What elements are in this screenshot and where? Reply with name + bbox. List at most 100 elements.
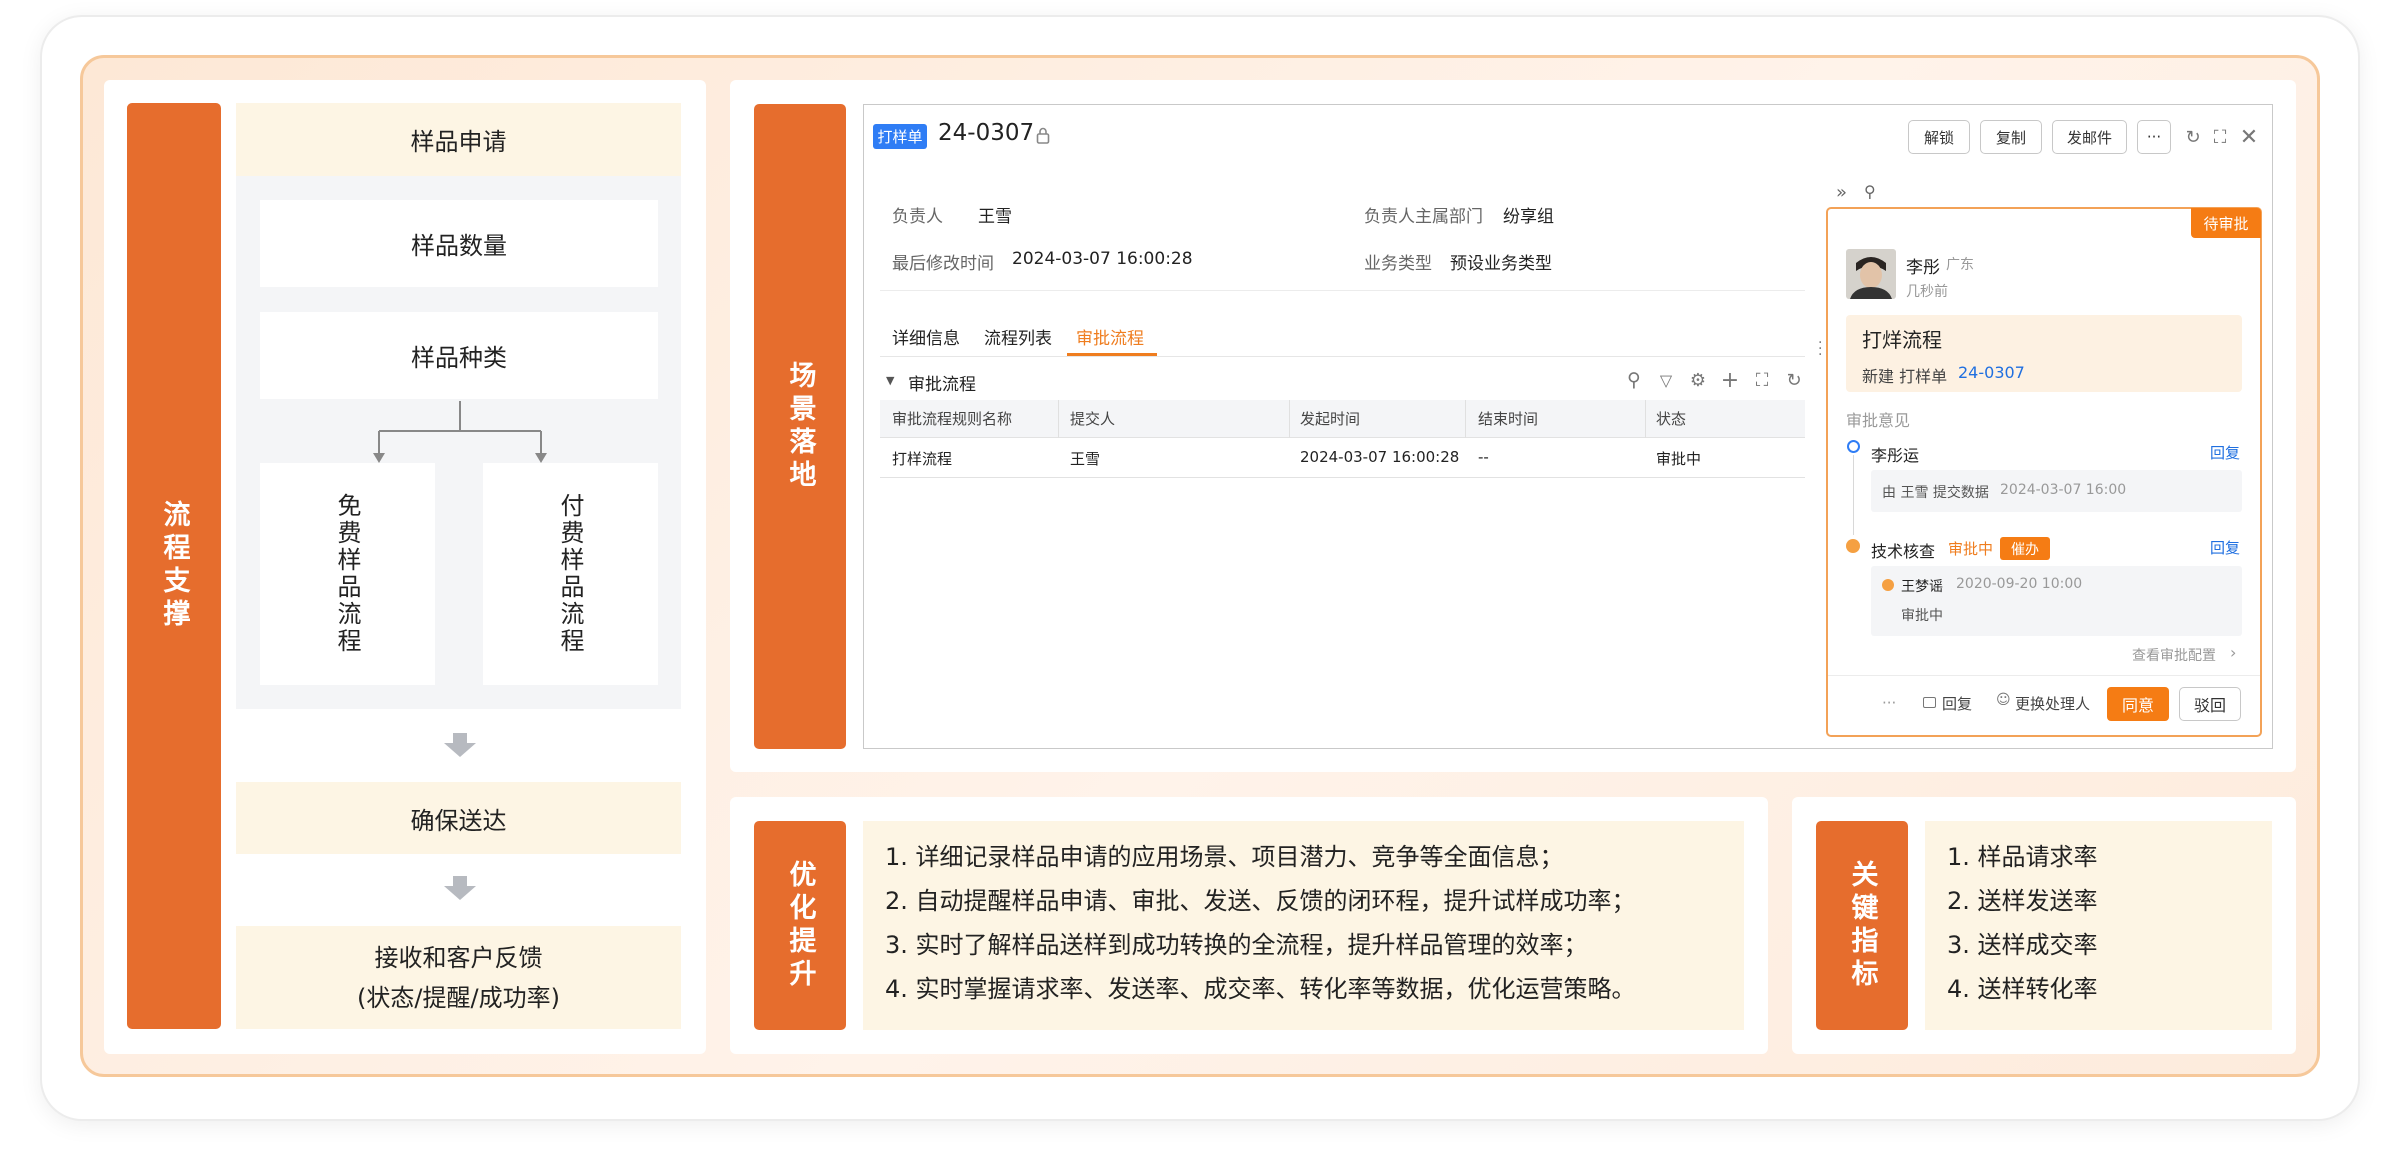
reject-button[interactable]: 驳回 (2179, 687, 2241, 721)
settings-icon[interactable]: ⚙ (1686, 367, 1710, 393)
process-support-bar: 流程支撑 (127, 103, 221, 1029)
timeline-line (1853, 455, 1854, 535)
cell-end-time: -- (1478, 448, 1489, 466)
tab-flow-list[interactable]: 流程列表 (984, 324, 1052, 349)
scene-landing-label: 场景落地 (784, 360, 816, 493)
clock-icon (1846, 539, 1860, 553)
node1-reply-link[interactable]: 回复 (2210, 442, 2240, 463)
approval-opinion-label: 审批意见 (1846, 411, 1911, 430)
optimize-item: 1. 详细记录样品申请的应用场景、项目潜力、竞争等全面信息； (885, 843, 1564, 871)
cell-submitter: 王雪 (1070, 450, 1101, 468)
doc-number: 24-0307 (938, 120, 1035, 146)
biz-type-label: 业务类型 (1364, 254, 1432, 274)
urge-button[interactable]: 催办 (2000, 537, 2050, 560)
cell-status: 审批中 (1656, 450, 1702, 468)
collapse-caret-icon[interactable]: ▼ (886, 374, 894, 387)
sample-qty-box: 样品数量 (260, 200, 658, 287)
unlock-button[interactable]: 解锁 (1908, 120, 1970, 154)
modified-value: 2024-03-07 16:00:28 (1012, 249, 1193, 269)
refresh-icon[interactable]: ↻ (2181, 124, 2205, 150)
tab-approval-flow[interactable]: 审批流程 (1076, 324, 1144, 349)
col-divider (1465, 400, 1466, 438)
flow-summary-new: 新建 打样单 (1862, 367, 1948, 386)
fullscreen-icon[interactable]: ⛶ (2208, 124, 2232, 150)
change-handler-button[interactable]: 更换处理人 (2015, 693, 2090, 714)
comment-icon (1923, 697, 1936, 708)
optimize-item: 4. 实时掌握请求率、发送率、成交率、转化率等数据，优化运营策略。 (885, 975, 1636, 1003)
node2-name: 技术核查 (1871, 542, 1936, 561)
dept-value: 纷享组 (1503, 207, 1554, 227)
sample-qty-label: 样品数量 (411, 232, 507, 260)
copy-button[interactable]: 复制 (1980, 120, 2042, 154)
pin-icon[interactable]: ⚲ (1864, 182, 1876, 201)
free-sample-flow-label: 免费样品流程 (333, 493, 361, 655)
paid-sample-flow-label: 付费样品流程 (556, 493, 584, 655)
dept-label: 负责人主属部门 (1364, 207, 1483, 227)
owner-value: 王雪 (978, 207, 1012, 227)
send-mail-button[interactable]: 发邮件 (2052, 120, 2127, 154)
cell-rule-name: 打样流程 (892, 450, 953, 468)
more-button[interactable]: ··· (2137, 120, 2171, 154)
close-icon[interactable]: ✕ (2237, 124, 2261, 150)
metrics-label: 关键指标 (1846, 859, 1878, 992)
approver-name: 李彤 (1906, 258, 1940, 278)
footer-more-button[interactable]: ··· (1882, 694, 1896, 712)
ensure-delivery-box: 确保送达 (236, 782, 681, 854)
biz-type-value: 预设业务类型 (1450, 254, 1552, 274)
lock-icon[interactable] (1036, 127, 1050, 145)
flow-summary-doc-link[interactable]: 24-0307 (1958, 363, 2025, 382)
metric-item: 4. 送样转化率 (1947, 975, 2098, 1003)
branch-connector (373, 401, 547, 463)
expand-icon[interactable]: ⛶ (1750, 367, 1774, 393)
optimize-item: 3. 实时了解样品送样到成功转换的全流程，提升样品管理的效率； (885, 931, 1588, 959)
reload-icon[interactable]: ↻ (1782, 367, 1806, 393)
node2-reply-link[interactable]: 回复 (2210, 537, 2240, 558)
filter-icon[interactable]: ▽ (1654, 367, 1678, 393)
receive-feedback-label: 接收和客户反馈 (374, 943, 543, 972)
optimize-bar: 优化提升 (754, 821, 846, 1030)
doc-type-badge: 打样单 (873, 124, 927, 149)
search-icon[interactable]: ⚲ (1622, 367, 1646, 393)
tab-detail-info[interactable]: 详细信息 (892, 324, 960, 349)
node1-time: 2024-03-07 16:00 (2000, 482, 2127, 498)
free-sample-flow-box: 免费样品流程 (260, 463, 435, 685)
sample-type-box: 样品种类 (260, 312, 658, 399)
col-divider (1645, 400, 1646, 438)
modified-label: 最后修改时间 (892, 254, 994, 274)
cell-start-time: 2024-03-07 16:00:28 (1300, 448, 1460, 466)
footer-divider (1828, 675, 2260, 676)
node1-name: 李彤运 (1871, 446, 1920, 465)
scene-landing-bar: 场景落地 (754, 104, 846, 749)
avatar (1846, 249, 1896, 299)
approver-region: 广东 (1946, 257, 1974, 273)
th-submitter: 提交人 (1070, 410, 1116, 428)
optimize-list: 1. 详细记录样品申请的应用场景、项目潜力、竞争等全面信息； 2. 自动提醒样品… (863, 821, 1744, 1030)
metric-item: 2. 送样发送率 (1947, 887, 2098, 915)
metrics-bar: 关键指标 (1816, 821, 1908, 1030)
down-arrow-icon (444, 733, 476, 757)
add-icon[interactable]: + (1718, 367, 1742, 393)
footer-reply-button[interactable]: 回复 (1942, 693, 1972, 714)
agree-button[interactable]: 同意 (2107, 687, 2169, 721)
pending-status-tag: 待审批 (2191, 208, 2261, 238)
optimize-label: 优化提升 (784, 859, 816, 992)
col-divider (1289, 400, 1290, 438)
receive-feedback-box: 接收和客户反馈 (状态/提醒/成功率) (236, 926, 681, 1029)
flow-summary-title: 打烊流程 (1862, 328, 1942, 352)
chevron-right-icon[interactable]: › (2230, 643, 2236, 662)
metric-item: 1. 样品请求率 (1947, 843, 2098, 871)
metric-item: 3. 送样成交率 (1947, 931, 2098, 959)
node1-detail: 由 王雪 提交数据 (1882, 485, 1989, 501)
node2-status: 审批中 (1948, 540, 1994, 558)
collapse-panel-icon[interactable]: » (1836, 182, 1847, 203)
th-status: 状态 (1656, 410, 1687, 428)
node2-user: 王梦谣 (1901, 579, 1943, 595)
ensure-delivery-label: 确保送达 (410, 806, 507, 835)
view-config-link[interactable]: 查看审批配置 (2132, 645, 2216, 665)
tab-divider (880, 356, 1805, 357)
process-support-label: 流程支撑 (158, 500, 190, 632)
down-arrow-icon (444, 876, 476, 900)
node2-state: 审批中 (1901, 608, 1943, 624)
drag-handle-icon[interactable]: · · · (1818, 336, 1822, 362)
th-start-time: 发起时间 (1300, 410, 1361, 428)
